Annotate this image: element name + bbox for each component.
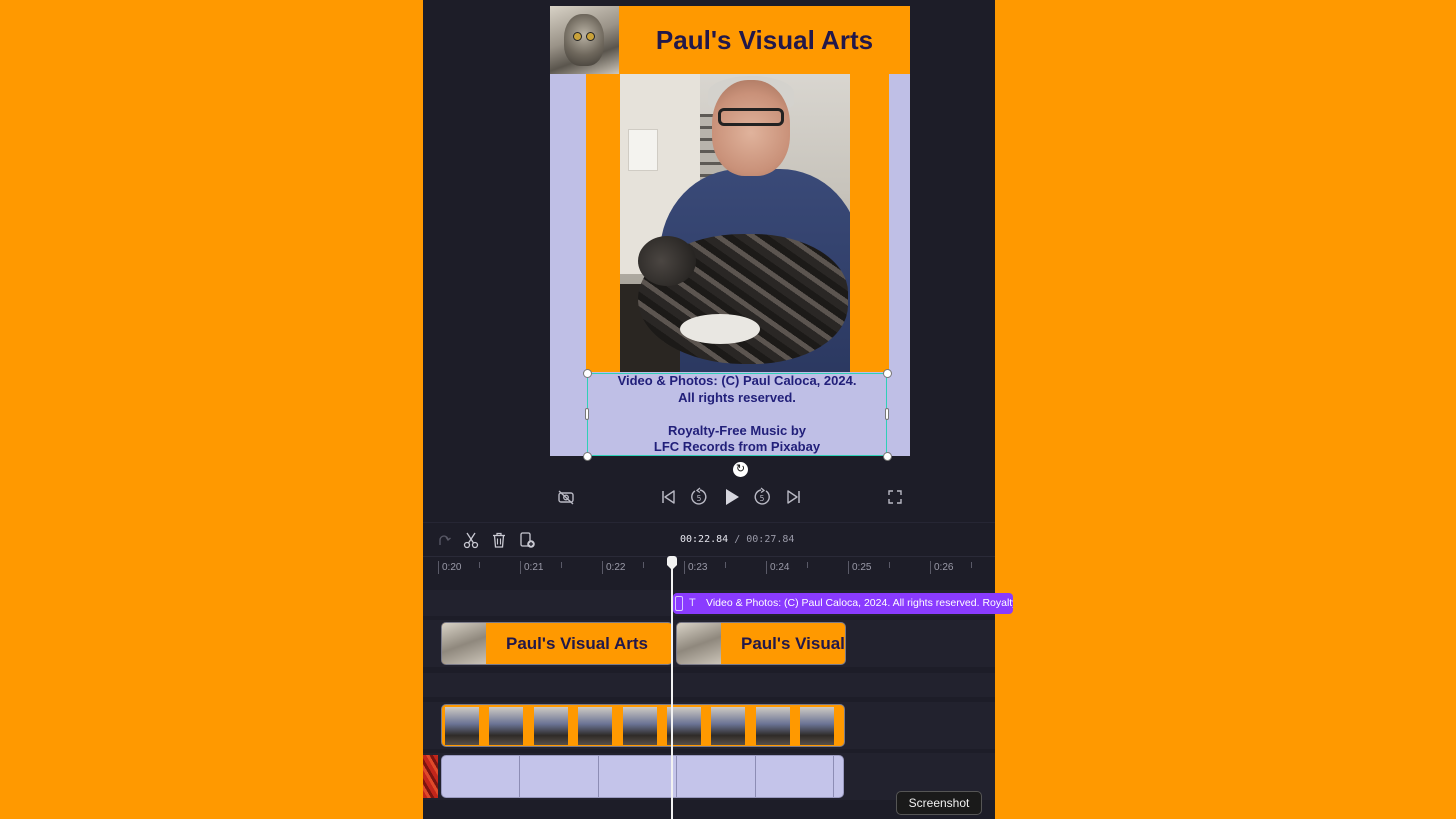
rewind-5-icon[interactable]: 5 (689, 487, 709, 507)
add-clip-icon[interactable] (518, 531, 536, 549)
cat-logo-image (550, 6, 619, 74)
ruler-minor-tick (725, 562, 726, 568)
ruler-label-0-25: 0:25 (852, 562, 872, 573)
video-frame-photo[interactable] (620, 74, 850, 372)
ruler-minor-tick (561, 562, 562, 568)
title-clip-2[interactable]: Paul's Visual Arts (676, 622, 846, 665)
ruler-minor-tick (971, 562, 972, 568)
photo-glasses (718, 108, 784, 126)
video-frame-thumbnail (489, 707, 523, 745)
video-frame-thumbnail (534, 707, 568, 745)
clip-segment-divider (519, 756, 520, 797)
forward-5-icon[interactable]: 5 (752, 487, 772, 507)
video-frame-thumbnail (756, 707, 790, 745)
clip-segment-divider (755, 756, 756, 797)
playhead-handle[interactable] (667, 556, 677, 565)
previous-clip-edge[interactable] (423, 755, 438, 798)
clip-trim-handle[interactable] (675, 596, 683, 611)
title-clip-1[interactable]: Paul's Visual Arts (441, 622, 673, 665)
clip-segment-divider (676, 756, 677, 797)
text-type-icon: T (689, 597, 696, 609)
ruler-label-0-21: 0:21 (524, 562, 544, 573)
cat-face-shape (564, 14, 604, 66)
ruler-tick (602, 561, 603, 574)
resize-handle-left[interactable] (585, 408, 589, 420)
ruler-minor-tick (479, 562, 480, 568)
ruler-tick (848, 561, 849, 574)
camera-off-icon[interactable] (557, 488, 575, 506)
resize-handle-bottom-left[interactable] (583, 452, 592, 461)
resize-handle-right[interactable] (885, 408, 889, 420)
skip-to-end-icon[interactable] (785, 488, 803, 506)
photo-cat-head (638, 236, 696, 286)
time-separator: / (734, 534, 741, 545)
resize-handle-top-left[interactable] (583, 369, 592, 378)
ruler-label-0-23: 0:23 (688, 562, 708, 573)
ruler-tick (766, 561, 767, 574)
clip-segment-divider (598, 756, 599, 797)
toolbar-divider (423, 522, 995, 523)
ruler-minor-tick (643, 562, 644, 568)
redo-icon[interactable] (436, 532, 452, 548)
ruler-tick (684, 561, 685, 574)
empty-track[interactable] (423, 673, 995, 697)
screenshot-tooltip: Screenshot (896, 791, 982, 815)
background-color-clip[interactable] (441, 755, 844, 798)
ruler-tick (930, 561, 931, 574)
clip-segment-divider (833, 756, 834, 797)
photo-paper (628, 129, 658, 171)
title-banner[interactable]: Paul's Visual Arts (550, 6, 910, 74)
scissors-icon[interactable] (462, 531, 480, 549)
ruler-tick (438, 561, 439, 574)
video-frame-thumbnail (623, 707, 657, 745)
text-clip[interactable]: T Video & Photos: (C) Paul Caloca, 2024.… (673, 593, 1013, 614)
playhead-pointer (667, 565, 677, 570)
fullscreen-icon[interactable] (886, 488, 904, 506)
total-time: 00:27.84 (746, 534, 795, 545)
resize-handle-bottom-right[interactable] (883, 452, 892, 461)
title-clip-thumbnail (442, 623, 486, 664)
current-time: 00:22.84 (680, 534, 729, 545)
selection-box[interactable] (587, 373, 887, 456)
photo-head (712, 80, 790, 176)
video-frame-thumbnail (578, 707, 612, 745)
preview-title: Paul's Visual Arts (655, 24, 874, 55)
title-clip-1-label: Paul's Visual Arts (506, 634, 648, 653)
video-clip[interactable] (441, 704, 845, 747)
forward-5-label: 5 (760, 494, 765, 503)
trash-icon[interactable] (490, 531, 508, 549)
ruler-tick (520, 561, 521, 574)
play-icon[interactable] (722, 486, 742, 508)
timeline-ruler[interactable] (423, 556, 995, 583)
video-frame-thumbnail (711, 707, 745, 745)
photo-cat-white (680, 314, 760, 344)
rewind-5-label: 5 (697, 494, 702, 503)
skip-to-start-icon[interactable] (659, 488, 677, 506)
ruler-label-0-20: 0:20 (442, 562, 462, 573)
title-clip-2-label: Paul's Visual Arts (741, 634, 845, 653)
playhead[interactable] (671, 562, 673, 819)
video-frame-thumbnail (800, 707, 834, 745)
text-clip-label: Video & Photos: (C) Paul Caloca, 2024. A… (706, 597, 1013, 609)
ruler-label-0-22: 0:22 (606, 562, 626, 573)
time-readout: 00:22.84 / 00:27.84 (680, 534, 794, 545)
resize-handle-top-right[interactable] (883, 369, 892, 378)
ruler-label-0-24: 0:24 (770, 562, 790, 573)
ruler-label-0-26: 0:26 (934, 562, 954, 573)
title-clip-thumbnail (677, 623, 721, 664)
ruler-minor-tick (807, 562, 808, 568)
video-frame-thumbnail (445, 707, 479, 745)
rotate-handle-icon[interactable]: ↻ (733, 462, 748, 477)
ruler-minor-tick (889, 562, 890, 568)
